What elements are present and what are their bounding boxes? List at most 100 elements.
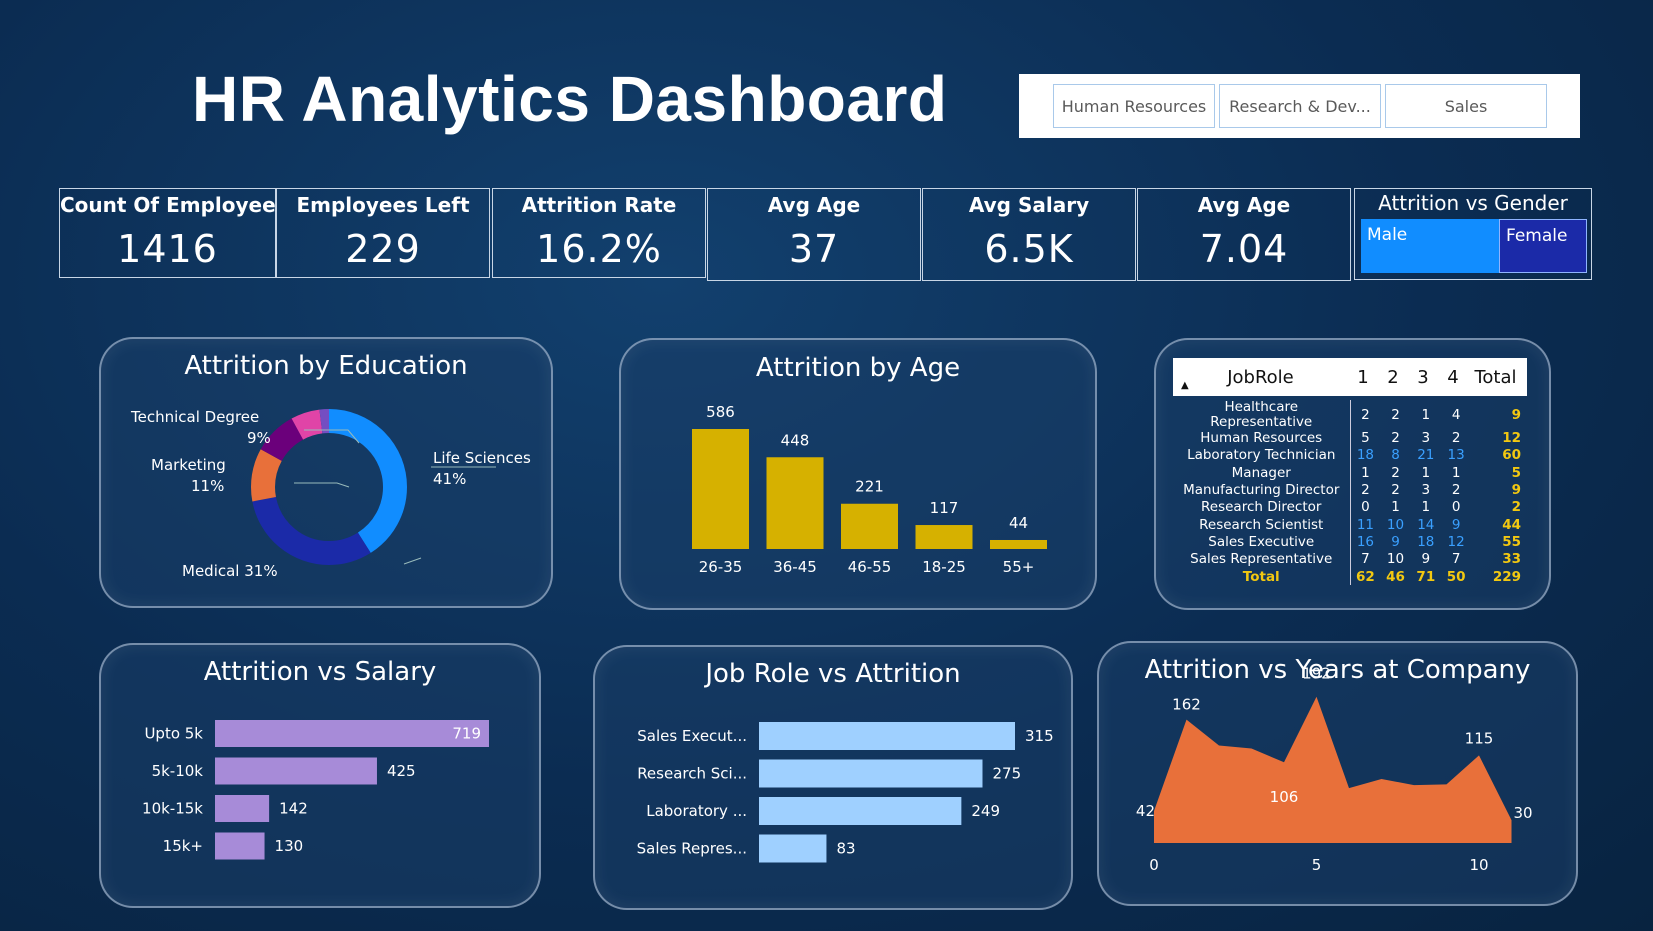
age-bar-label: 117 <box>930 499 959 517</box>
salary-category-label: 10k-15k <box>142 800 203 818</box>
table-row[interactable]: Laboratory Technician 18 8 21 13 60 <box>1173 447 1527 465</box>
age-bar-label: 44 <box>1009 514 1028 532</box>
slicer-option-research-development[interactable]: Research & Dev... <box>1219 84 1381 128</box>
kpi-value: 6.5K <box>984 227 1074 271</box>
value-cell: 1 <box>1421 464 1431 481</box>
jobrole-bar[interactable] <box>759 759 983 788</box>
value-cell: 0 <box>1451 499 1461 516</box>
sort-icon[interactable]: ▲ <box>1181 380 1189 391</box>
salary-value-label: 142 <box>279 800 308 818</box>
salary-category-label: Upto 5k <box>144 725 203 743</box>
salary-bar[interactable] <box>215 795 270 822</box>
table-row[interactable]: Sales Executive 16 9 18 12 55 <box>1173 533 1527 552</box>
jobrole-matrix-card: ▲ JobRole 1 2 3 4 Total Healthcare Repre… <box>1154 338 1551 610</box>
matrix-header-2[interactable]: 2 <box>1378 367 1408 388</box>
attrition-vs-years-card: Attrition vs Years at Company 42 162 106 19… <box>1097 641 1578 906</box>
years-data-label: 162 <box>1172 696 1201 714</box>
jobrole-cell: Human Resources <box>1173 430 1351 448</box>
attrition-by-age-card: Attrition by Age 586 26-35 448 36-45 221 46-5… <box>619 338 1097 610</box>
age-tick-label: 36-45 <box>773 558 817 576</box>
table-row[interactable]: Human Resources 5 2 3 2 12 <box>1173 430 1527 448</box>
total-cell: 60 <box>1502 447 1521 464</box>
jobrole-bar[interactable] <box>759 797 962 825</box>
total-value-cell: 46 <box>1386 568 1405 585</box>
kpi-value: 7.04 <box>1199 227 1289 271</box>
kpi-value: 37 <box>788 227 840 271</box>
value-cell: 1 <box>1421 499 1431 516</box>
table-row[interactable]: Healthcare Representative 2 2 1 4 9 <box>1173 400 1527 430</box>
attrition-vs-salary-card: Attrition vs Salary Upto 5k 719 5k-10k 425 1… <box>99 643 541 908</box>
value-cell: 0 <box>1361 499 1370 516</box>
matrix-header-jobrole[interactable]: JobRole <box>1173 367 1348 388</box>
age-bar[interactable] <box>915 525 973 549</box>
value-cell: 2 <box>1451 482 1461 499</box>
value-cell: 2 <box>1361 406 1370 423</box>
matrix-header-1[interactable]: 1 <box>1348 367 1378 388</box>
value-cell: 3 <box>1421 482 1431 499</box>
age-tick-label: 55+ <box>1003 558 1035 576</box>
jobrole-cell: Research Director <box>1173 499 1351 517</box>
donut-label-technical-degree-name: Technical Degree <box>130 408 259 426</box>
age-bar-label: 221 <box>855 478 884 496</box>
years-data-label: 42 <box>1136 802 1155 820</box>
salary-bar[interactable] <box>215 832 265 860</box>
years-data-label: 30 <box>1514 804 1533 822</box>
total-value-cell: 229 <box>1492 568 1521 585</box>
jobrole-cell: Sales Executive <box>1173 533 1351 552</box>
value-cell: 10 <box>1386 516 1405 533</box>
value-cell: 2 <box>1391 430 1400 447</box>
jobrole-category-label: Sales Repres... <box>637 840 747 858</box>
jobrole-value-label: 249 <box>971 802 1000 820</box>
jobrole-matrix: ▲ JobRole 1 2 3 4 Total Healthcare Repre… <box>1173 358 1527 586</box>
table-row[interactable]: Research Scientist 11 10 14 9 44 <box>1173 516 1527 534</box>
value-cell: 9 <box>1391 533 1400 550</box>
salary-bar[interactable] <box>215 720 489 747</box>
matrix-header-total[interactable]: Total <box>1468 367 1523 388</box>
value-cell: 2 <box>1451 430 1461 447</box>
value-cell: 11 <box>1356 516 1374 533</box>
donut-label-technical-degree-pct: 9% <box>247 429 271 447</box>
slicer-option-sales[interactable]: Sales <box>1385 84 1547 128</box>
kpi-value: 229 <box>345 227 421 271</box>
table-total-row[interactable]: Total 62 46 71 50 229 <box>1173 568 1527 586</box>
jobrole-cell: Research Scientist <box>1173 516 1351 534</box>
table-row[interactable]: Research Director 0 1 1 0 2 <box>1173 499 1527 517</box>
total-cell: 2 <box>1511 499 1521 516</box>
table-row[interactable]: Manager 1 2 1 1 5 <box>1173 464 1527 482</box>
value-cell: 3 <box>1421 430 1431 447</box>
age-bar[interactable] <box>990 539 1047 549</box>
years-area[interactable] <box>1154 696 1512 843</box>
matrix-header-3[interactable]: 3 <box>1408 367 1438 388</box>
value-cell: 14 <box>1417 516 1435 533</box>
kpi-attrition-rate: Attrition Rate 16.2% <box>492 188 706 278</box>
gender-male-button[interactable]: Male <box>1361 219 1499 273</box>
salary-bar[interactable] <box>215 757 377 785</box>
age-bar[interactable] <box>766 457 824 549</box>
kpi-label: Avg Age <box>1197 193 1291 217</box>
kpi-count-of-employee: Count Of Employee 1416 <box>59 188 276 278</box>
total-cell: 33 <box>1502 551 1521 568</box>
age-tick-label: 46-55 <box>848 558 892 576</box>
age-bar[interactable] <box>841 503 898 549</box>
jobrole-bar[interactable] <box>759 834 827 863</box>
table-row[interactable]: Manufacturing Director 2 2 3 2 9 <box>1173 481 1527 500</box>
value-cell: 7 <box>1361 551 1370 568</box>
slicer-option-human-resources[interactable]: Human Resources <box>1053 84 1215 128</box>
value-cell: 16 <box>1356 533 1374 550</box>
value-cell: 13 <box>1447 447 1465 464</box>
jobrole-category-label: Laboratory ... <box>646 802 747 820</box>
value-cell: 7 <box>1451 551 1461 568</box>
total-cell: 44 <box>1502 516 1521 533</box>
table-row[interactable]: Sales Representative 7 10 9 7 33 <box>1173 551 1527 569</box>
age-bar-label: 586 <box>706 403 735 421</box>
attrition-vs-salary-chart: Upto 5k 719 5k-10k 425 10k-15k 142 15k+ 130 <box>142 720 489 860</box>
age-bar[interactable] <box>692 429 749 549</box>
value-cell: 21 <box>1417 447 1435 464</box>
leader-line <box>294 482 350 488</box>
kpi-employees-left: Employees Left 229 <box>276 188 490 278</box>
years-tick-label: 5 <box>1312 856 1322 874</box>
gender-female-button[interactable]: Female <box>1499 219 1587 273</box>
matrix-header-4[interactable]: 4 <box>1438 367 1468 388</box>
years-data-label: 106 <box>1270 788 1299 806</box>
jobrole-bar[interactable] <box>759 722 1015 750</box>
